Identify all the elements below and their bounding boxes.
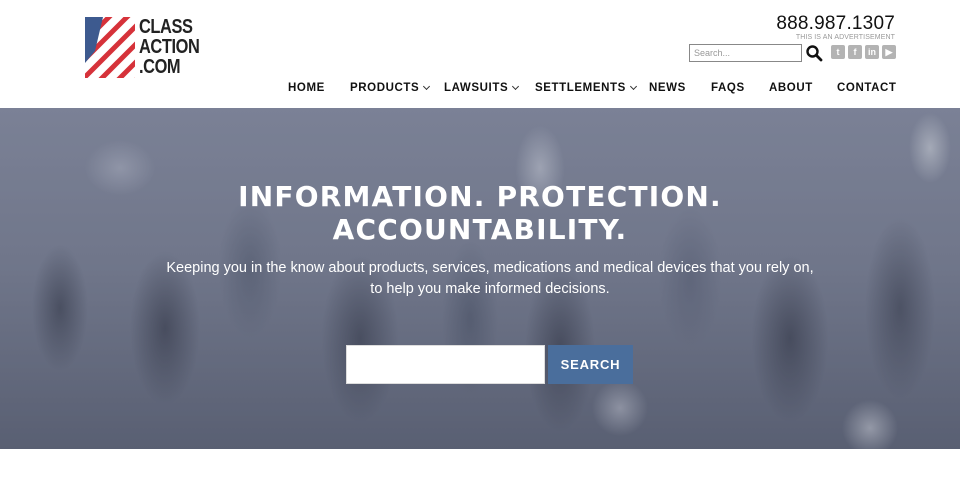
nav-item-lawsuits[interactable]: LAWSUITS <box>444 82 520 94</box>
site-header: CLASS ACTION .COM 888.987.1307 THIS IS A… <box>0 0 960 108</box>
logo-line-3: .COM <box>139 56 181 78</box>
hero-subtitle: Keeping you in the know about products, … <box>160 258 820 300</box>
advertisement-note: THIS IS AN ADVERTISEMENT <box>795 34 895 41</box>
hero-title-line-2: ACCOUNTABILITY. <box>332 213 628 246</box>
hero-search-input[interactable] <box>346 345 545 384</box>
hero-title: INFORMATION. PROTECTION. ACCOUNTABILITY. <box>180 180 780 246</box>
nav-label: NEWS <box>649 82 686 94</box>
nav-label: CONTACT <box>837 82 897 94</box>
hero-banner: INFORMATION. PROTECTION. ACCOUNTABILITY.… <box>0 108 960 449</box>
search-icon[interactable] <box>805 44 823 62</box>
logo-line-2: ACTION <box>139 36 200 58</box>
hero-title-line-1: INFORMATION. PROTECTION. <box>238 180 722 213</box>
phone-number[interactable]: 888.987.1307 <box>776 13 895 35</box>
logo-line-1: CLASS <box>139 16 193 38</box>
hero-search-button[interactable]: SEARCH <box>548 345 633 384</box>
site-logo[interactable]: CLASS ACTION .COM <box>85 16 200 79</box>
nav-label: LAWSUITS <box>444 82 509 94</box>
nav-label: FAQS <box>711 82 745 94</box>
facebook-icon[interactable]: f <box>848 45 862 59</box>
header-search-input[interactable] <box>689 44 802 62</box>
nav-item-contact[interactable]: CONTACT <box>837 82 897 94</box>
nav-item-settlements[interactable]: SETTLEMENTS <box>535 82 637 94</box>
nav-label: PRODUCTS <box>350 82 420 94</box>
nav-item-news[interactable]: NEWS <box>649 82 686 94</box>
nav-label: ABOUT <box>769 82 813 94</box>
hero-subtitle-line-1: Keeping you in the know about products, … <box>166 260 814 276</box>
nav-label: SETTLEMENTS <box>535 82 626 94</box>
chevron-down-icon <box>629 82 637 91</box>
main-nav: HOME PRODUCTS LAWSUITS SETTLEMENTS NEWS … <box>0 82 960 98</box>
youtube-icon[interactable]: ▶ <box>882 45 896 59</box>
hero-subtitle-line-2: to help you make informed decisions. <box>370 281 610 297</box>
linkedin-icon[interactable]: in <box>865 45 879 59</box>
chevron-down-icon <box>512 82 520 91</box>
chevron-down-icon <box>423 82 431 91</box>
nav-item-about[interactable]: ABOUT <box>769 82 813 94</box>
nav-item-products[interactable]: PRODUCTS <box>350 82 431 94</box>
twitter-icon[interactable]: t <box>831 45 845 59</box>
hero-content: INFORMATION. PROTECTION. ACCOUNTABILITY.… <box>0 108 960 449</box>
nav-item-faqs[interactable]: FAQS <box>711 82 745 94</box>
logo-wordmark: CLASS ACTION .COM <box>139 16 200 78</box>
flag-logo-icon <box>85 17 135 78</box>
nav-label: HOME <box>288 82 325 94</box>
nav-item-home[interactable]: HOME <box>288 82 325 94</box>
